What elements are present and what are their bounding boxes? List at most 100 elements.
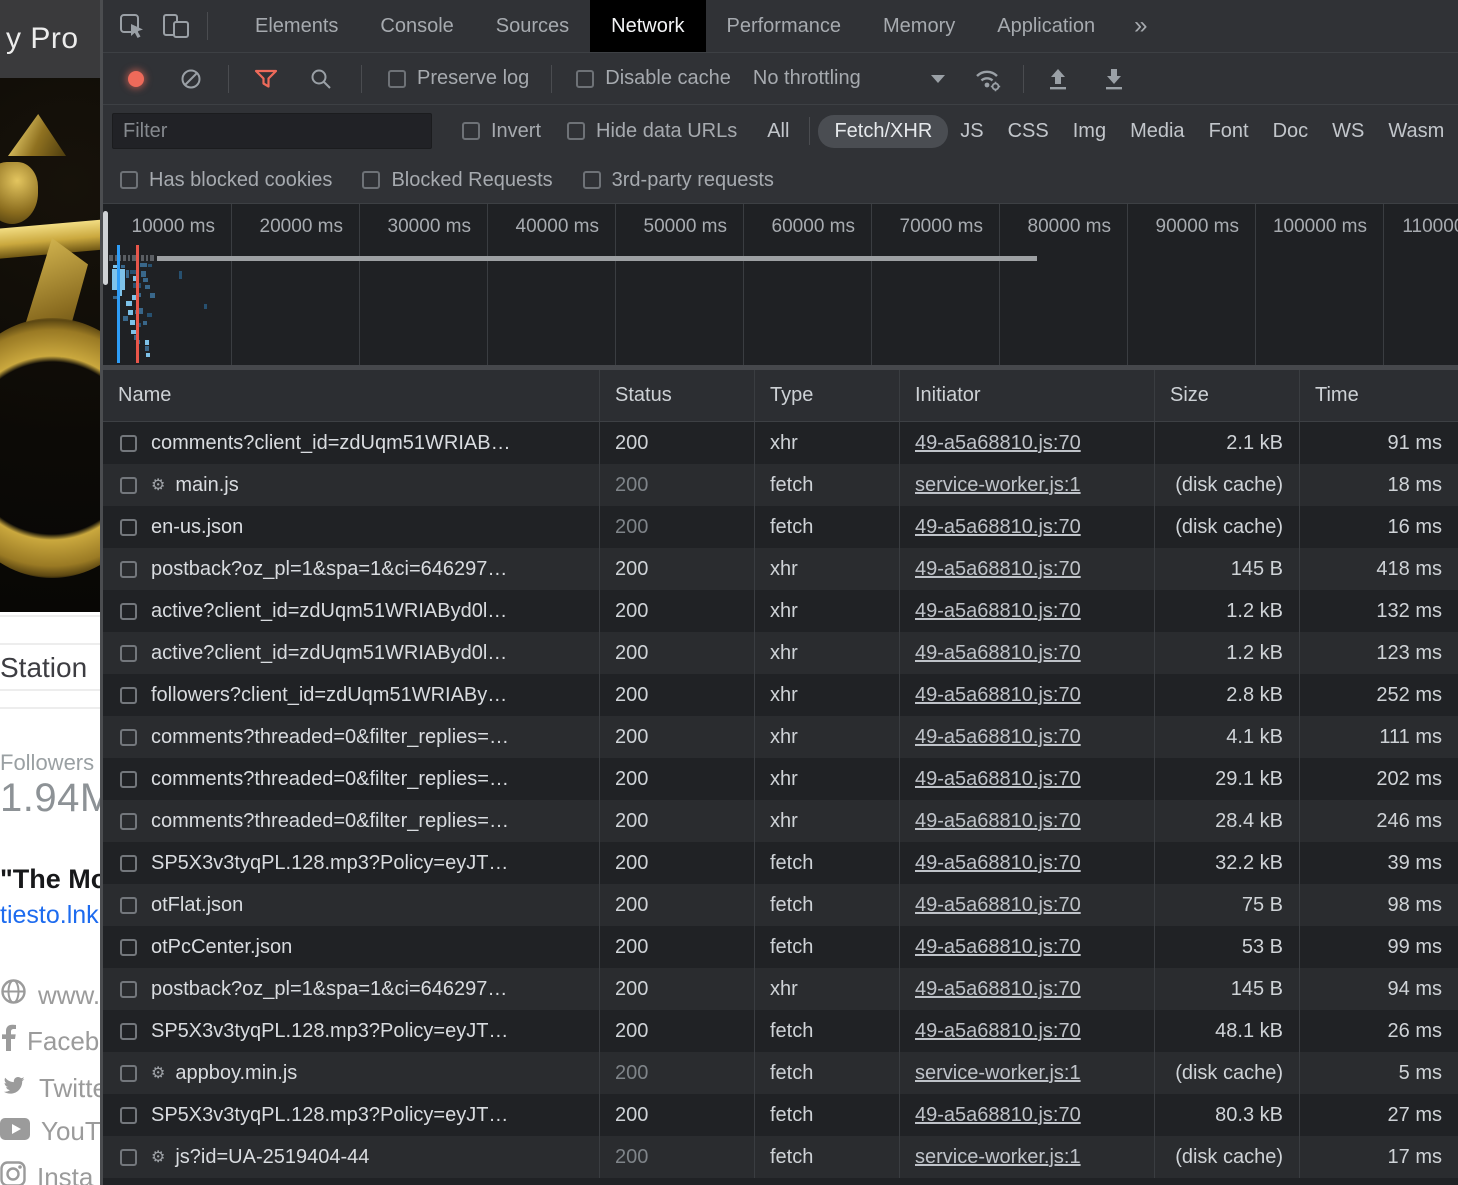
disable-cache-checkbox[interactable]: Disable cache (576, 67, 731, 90)
column-header-time[interactable]: Time (1300, 370, 1458, 421)
throttling-select[interactable]: No throttling (753, 67, 945, 90)
record-button[interactable] (128, 71, 144, 87)
row-checkbox[interactable] (120, 771, 137, 788)
tab-network[interactable]: Network (590, 0, 705, 52)
initiator-link[interactable]: 49-a5a68810.js:70 (915, 1104, 1081, 1127)
filter-type-fetch-xhr[interactable]: Fetch/XHR (818, 115, 948, 148)
checkbox[interactable] (388, 70, 406, 88)
initiator-link[interactable]: 49-a5a68810.js:70 (915, 600, 1081, 623)
import-har-icon[interactable] (1046, 66, 1070, 92)
table-row[interactable]: ⚙js?id=UA-2519404-44200fetchservice-work… (103, 1136, 1458, 1178)
table-row[interactable]: SP5X3v3tyqPL.128.mp3?Policy=eyJT…200fetc… (103, 1010, 1458, 1052)
column-header-size[interactable]: Size (1155, 370, 1300, 421)
table-row[interactable]: SP5X3v3tyqPL.128.mp3?Policy=eyJT…200fetc… (103, 842, 1458, 884)
social-link-twitte[interactable]: Twitte (0, 1072, 100, 1104)
table-row[interactable]: comments?client_id=zdUqm51WRIAB…200xhr49… (103, 422, 1458, 464)
table-row[interactable]: active?client_id=zdUqm51WRIAByd0l…200xhr… (103, 632, 1458, 674)
initiator-link[interactable]: 49-a5a68810.js:70 (915, 1020, 1081, 1043)
table-row[interactable]: comments?threaded=0&filter_replies=…200x… (103, 800, 1458, 842)
table-row[interactable]: followers?client_id=zdUqm51WRIABy…200xhr… (103, 674, 1458, 716)
row-checkbox[interactable] (120, 981, 137, 998)
tab-application[interactable]: Application (976, 0, 1116, 52)
initiator-link[interactable]: 49-a5a68810.js:70 (915, 726, 1081, 749)
row-checkbox[interactable] (120, 1107, 137, 1124)
column-header-type[interactable]: Type (755, 370, 900, 421)
preserve-log-checkbox[interactable]: Preserve log (388, 67, 529, 90)
filter-type-all[interactable]: All (755, 116, 801, 147)
row-checkbox[interactable] (120, 645, 137, 662)
table-row[interactable]: SP5X3v3tyqPL.128.mp3?Policy=eyJT…200fetc… (103, 1094, 1458, 1136)
filter-type-wasm[interactable]: Wasm (1376, 116, 1456, 147)
tab-console[interactable]: Console (359, 0, 474, 52)
filter-type-css[interactable]: CSS (996, 116, 1061, 147)
initiator-link[interactable]: 49-a5a68810.js:70 (915, 978, 1081, 1001)
initiator-link[interactable]: 49-a5a68810.js:70 (915, 852, 1081, 875)
checkbox[interactable] (362, 171, 380, 189)
social-link-insta[interactable]: Insta (0, 1161, 100, 1185)
social-link-www-t[interactable]: www.t (0, 979, 100, 1011)
row-checkbox[interactable] (120, 897, 137, 914)
checkbox[interactable] (120, 171, 138, 189)
row-checkbox[interactable] (120, 813, 137, 830)
inspect-element-icon[interactable] (117, 11, 147, 41)
filter-input[interactable] (112, 113, 432, 149)
hide-data-urls-checkbox[interactable]: Hide data URLs (567, 120, 737, 143)
table-row[interactable]: postback?oz_pl=1&spa=1&ci=646297…200xhr4… (103, 968, 1458, 1010)
checkbox[interactable] (583, 171, 601, 189)
more-tabs-button[interactable]: » (1134, 12, 1147, 40)
blocked-requests-checkbox[interactable]: Blocked Requests (362, 169, 552, 192)
clear-icon[interactable] (180, 68, 202, 90)
row-checkbox[interactable] (120, 1065, 137, 1082)
initiator-link[interactable]: 49-a5a68810.js:70 (915, 558, 1081, 581)
row-checkbox[interactable] (120, 855, 137, 872)
initiator-link[interactable]: 49-a5a68810.js:70 (915, 516, 1081, 539)
initiator-link[interactable]: service-worker.js:1 (915, 1146, 1081, 1169)
initiator-link[interactable]: 49-a5a68810.js:70 (915, 810, 1081, 833)
table-row[interactable]: ⚙appboy.min.js200fetchservice-worker.js:… (103, 1052, 1458, 1094)
table-row[interactable]: comments?threaded=0&filter_replies=…200x… (103, 758, 1458, 800)
initiator-link[interactable]: service-worker.js:1 (915, 1062, 1081, 1085)
tab-performance[interactable]: Performance (706, 0, 863, 52)
initiator-link[interactable]: 49-a5a68810.js:70 (915, 432, 1081, 455)
row-checkbox[interactable] (120, 603, 137, 620)
network-conditions-icon[interactable] (973, 66, 1005, 92)
tab-sources[interactable]: Sources (475, 0, 590, 52)
station-button[interactable]: Station (0, 646, 100, 690)
initiator-link[interactable]: 49-a5a68810.js:70 (915, 768, 1081, 791)
column-header-name[interactable]: Name (103, 370, 600, 421)
filter-type-media[interactable]: Media (1118, 116, 1196, 147)
social-link-faceb[interactable]: Faceb (0, 1025, 100, 1057)
column-header-initiator[interactable]: Initiator (900, 370, 1155, 421)
row-checkbox[interactable] (120, 561, 137, 578)
invert-checkbox[interactable]: Invert (462, 120, 541, 143)
filter-type-font[interactable]: Font (1197, 116, 1261, 147)
row-checkbox[interactable] (120, 477, 137, 494)
search-icon[interactable] (309, 67, 333, 91)
table-row[interactable]: en-us.json200fetch49-a5a68810.js:70(disk… (103, 506, 1458, 548)
3rd-party-requests-checkbox[interactable]: 3rd-party requests (583, 169, 774, 192)
initiator-link[interactable]: service-worker.js:1 (915, 474, 1081, 497)
column-header-status[interactable]: Status (600, 370, 755, 421)
filter-type-js[interactable]: JS (948, 116, 995, 147)
row-checkbox[interactable] (120, 687, 137, 704)
row-checkbox[interactable] (120, 729, 137, 746)
initiator-link[interactable]: 49-a5a68810.js:70 (915, 642, 1081, 665)
row-checkbox[interactable] (120, 1023, 137, 1040)
row-checkbox[interactable] (120, 1149, 137, 1166)
table-row[interactable]: otFlat.json200fetch49-a5a68810.js:7075 B… (103, 884, 1458, 926)
row-checkbox[interactable] (120, 939, 137, 956)
filter-funnel-icon[interactable] (253, 68, 279, 90)
table-row[interactable]: comments?threaded=0&filter_replies=…200x… (103, 716, 1458, 758)
row-checkbox[interactable] (120, 435, 137, 452)
filter-type-ws[interactable]: WS (1320, 116, 1376, 147)
device-toolbar-icon[interactable] (161, 11, 191, 41)
export-har-icon[interactable] (1102, 66, 1126, 92)
initiator-link[interactable]: 49-a5a68810.js:70 (915, 936, 1081, 959)
checkbox[interactable] (567, 122, 585, 140)
table-row[interactable]: active?client_id=zdUqm51WRIAByd0l…200xhr… (103, 590, 1458, 632)
social-link-youtu[interactable]: YouTu (0, 1115, 100, 1147)
network-overview[interactable]: 10000 ms20000 ms30000 ms40000 ms50000 ms… (103, 204, 1458, 365)
initiator-link[interactable]: 49-a5a68810.js:70 (915, 684, 1081, 707)
checkbox[interactable] (462, 122, 480, 140)
checkbox[interactable] (576, 70, 594, 88)
